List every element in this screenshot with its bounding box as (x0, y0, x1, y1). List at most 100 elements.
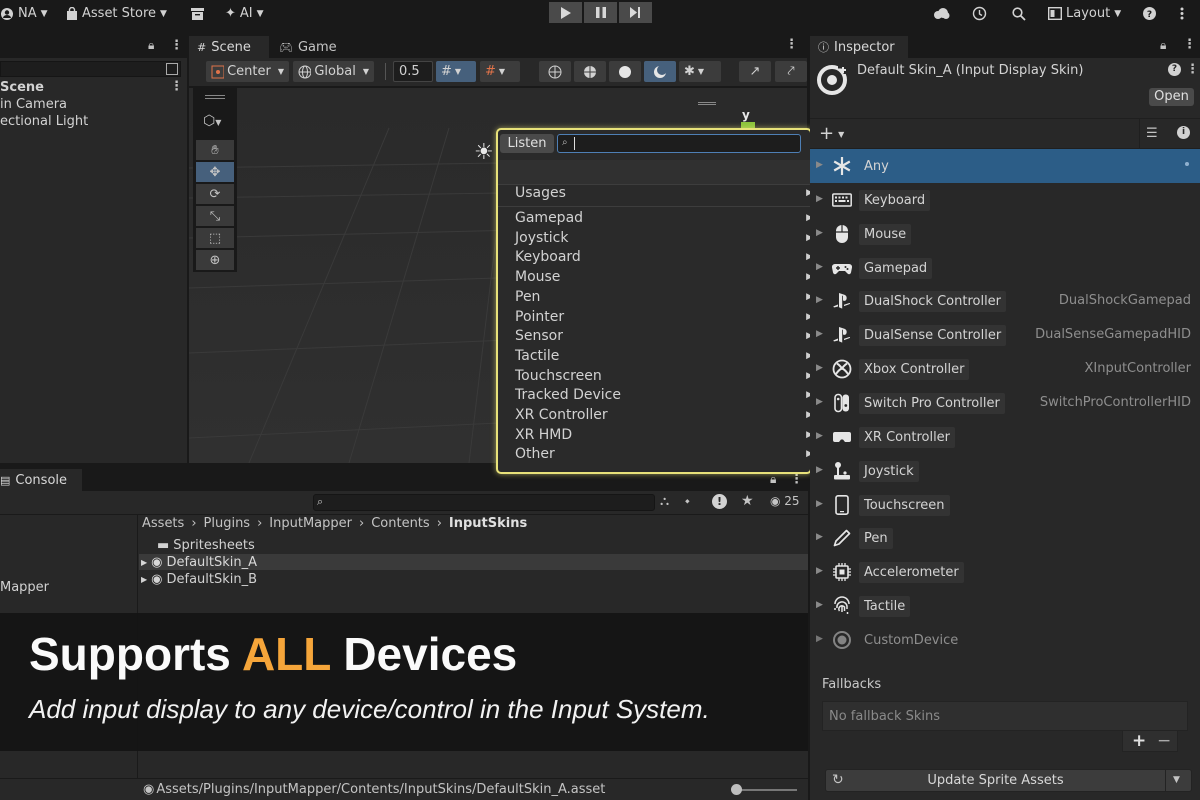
shaded-toggle[interactable] (609, 61, 641, 82)
tag-icon[interactable]: ⬩ (685, 494, 690, 509)
chevron-down-icon[interactable]: ▼ (1173, 775, 1180, 785)
rotate-tool[interactable]: ⟳ (196, 184, 234, 204)
expand-arrow-icon[interactable]: ▶ (816, 397, 823, 407)
device-row[interactable]: ▶ Xbox Controller XInputController (810, 352, 1200, 386)
kebab-icon[interactable]: ⋮ (1183, 37, 1196, 52)
layout-dropdown[interactable]: Layout ▼ (1048, 4, 1121, 23)
breadcrumb-item[interactable]: Assets (142, 516, 184, 531)
device-row[interactable]: ▶ Joystick (810, 454, 1200, 488)
popup-item[interactable]: Other▶ (515, 446, 813, 464)
warning-icon[interactable]: ! (712, 494, 727, 509)
popup-item[interactable]: Tracked Device▶ (515, 387, 813, 405)
lock-icon[interactable]: 🔒︎ (148, 38, 154, 53)
package-button[interactable] (191, 4, 204, 23)
device-row[interactable]: ▶ Pen (810, 521, 1200, 555)
device-row[interactable]: ▶ DualShock Controller DualShockGamepad (810, 284, 1200, 318)
ai-dropdown[interactable]: ✦ AI ▼ (225, 4, 264, 23)
expand-arrow-icon[interactable]: ▶ (816, 160, 823, 170)
add-device-dropdown[interactable]: + ▼ (819, 123, 844, 144)
popup-item[interactable]: Keyboard▶ (515, 249, 813, 267)
history-button[interactable] (972, 4, 987, 23)
popup-item[interactable]: XR Controller▶ (515, 407, 813, 425)
popup-item[interactable]: Touchscreen▶ (515, 368, 813, 386)
transform-tool[interactable]: ⊕ (196, 250, 234, 270)
overlay-handle[interactable] (698, 102, 716, 105)
breadcrumb-item[interactable]: Contents (371, 516, 429, 531)
wireframe-toggle[interactable] (539, 61, 571, 82)
rect-tool[interactable]: ⬚ (196, 228, 234, 248)
device-search-input[interactable]: ⌕ (557, 134, 801, 153)
expand-arrow-icon[interactable]: ▶ (816, 634, 823, 644)
file-row[interactable]: ▬ Spritesheets (157, 538, 255, 553)
project-folder-item[interactable]: Mapper (0, 580, 49, 595)
tab-game[interactable]: 🎮︎ Game (271, 36, 345, 58)
project-search-input[interactable]: ⌕ (313, 494, 655, 511)
hand-tool[interactable]: ✋︎ (196, 140, 234, 160)
expand-arrow-icon[interactable]: ▶ (141, 555, 147, 570)
hidden-count[interactable]: ◉ 25 (770, 494, 800, 508)
drag-handle[interactable] (205, 95, 225, 99)
slider-thumb[interactable] (731, 784, 742, 795)
info-icon[interactable]: i (1177, 126, 1190, 139)
popup-item[interactable]: Joystick▶ (515, 230, 813, 248)
move-tool[interactable]: ✥ (196, 162, 234, 182)
scene-root[interactable]: Scene (0, 80, 44, 97)
device-row[interactable]: ▶ DualSense Controller DualSenseGamepadHID (810, 318, 1200, 352)
debug-dropdown[interactable]: ✱ ▼ (679, 61, 721, 82)
pause-button[interactable] (584, 2, 617, 23)
device-row[interactable]: ▶ Accelerometer (810, 555, 1200, 589)
device-row[interactable]: ▶ Mouse (810, 217, 1200, 251)
popup-item[interactable]: Mouse▶ (515, 269, 813, 287)
cloud-button[interactable] (933, 4, 950, 23)
hierarchy-view-button[interactable]: ☰ (1146, 126, 1158, 141)
expand-arrow-icon[interactable]: ▶ (141, 572, 147, 587)
search-button[interactable] (1012, 4, 1026, 23)
pivot-dropdown[interactable]: Center ▼ (206, 61, 289, 82)
popup-item[interactable]: Gamepad▶ (515, 210, 813, 228)
expand-arrow-icon[interactable]: ▶ (816, 465, 823, 475)
star-icon[interactable]: ★ (741, 493, 754, 509)
help-icon[interactable]: ? (1168, 63, 1181, 76)
scale-tool[interactable]: ⤡ (196, 206, 234, 226)
expand-arrow-icon[interactable]: ▶ (816, 499, 823, 509)
add-fallback-button[interactable]: + (1132, 731, 1146, 751)
kebab-icon[interactable]: ⋮ (785, 37, 798, 52)
device-row[interactable]: ▶ CustomDevice (810, 623, 1200, 657)
popup-item[interactable]: XR HMD▶ (515, 427, 813, 445)
lock-icon[interactable]: 🔒︎ (770, 472, 776, 487)
expand-arrow-icon[interactable]: ▶ (816, 262, 823, 272)
shaded-wireframe-toggle[interactable] (574, 61, 606, 82)
hierarchy-item[interactable]: in Camera (0, 97, 67, 114)
expand-arrow-icon[interactable]: ▶ (816, 363, 823, 373)
expand-arrow-icon[interactable]: ▶ (816, 329, 823, 339)
hierarchy-search-input[interactable] (0, 61, 181, 77)
popup-item[interactable]: Pen▶ (515, 289, 813, 307)
asset-store-dropdown[interactable]: Asset Store ▼ (66, 4, 167, 23)
popup-item[interactable]: Pointer▶ (515, 309, 813, 327)
tab-inspector[interactable]: ⓘ Inspector (810, 36, 908, 58)
lock-icon[interactable]: 🔒︎ (1160, 38, 1166, 53)
device-row[interactable]: ▶ Tactile (810, 589, 1200, 623)
popup-item[interactable]: Tactile▶ (515, 348, 813, 366)
kebab-icon[interactable]: ⋮ (170, 38, 183, 53)
breadcrumb-item-current[interactable]: InputSkins (449, 516, 527, 531)
device-row[interactable]: ▶ Switch Pro Controller SwitchProControlle… (810, 386, 1200, 420)
breadcrumb-item[interactable]: Plugins (204, 516, 251, 531)
tools-toggle[interactable]: ⤤ (775, 61, 807, 82)
snap-value-input[interactable]: 0.5 (393, 61, 433, 82)
device-row[interactable]: ▶ Gamepad (810, 251, 1200, 285)
expand-arrow-icon[interactable]: ▶ (816, 295, 823, 305)
expand-arrow-icon[interactable]: ▶ (816, 431, 823, 441)
listen-button[interactable]: Listen (500, 134, 554, 153)
tab-scene[interactable]: # Scene (189, 36, 269, 58)
remove-fallback-button[interactable]: − (1157, 731, 1171, 751)
expand-arrow-icon[interactable]: ▶ (816, 566, 823, 576)
filter-type-button[interactable]: ⛬ (660, 494, 669, 509)
tab-console[interactable]: ▤ Console (0, 469, 82, 491)
more-menu[interactable] (1180, 4, 1184, 23)
expand-arrow-icon[interactable]: ▶ (816, 228, 823, 238)
expand-arrow-icon[interactable]: ▶ (816, 600, 823, 610)
space-dropdown[interactable]: Global ▼ (293, 61, 374, 82)
grid-visibility-dropdown[interactable]: # ▼ (480, 61, 520, 82)
grid-snap-toggle[interactable]: # ▼ (436, 61, 476, 82)
